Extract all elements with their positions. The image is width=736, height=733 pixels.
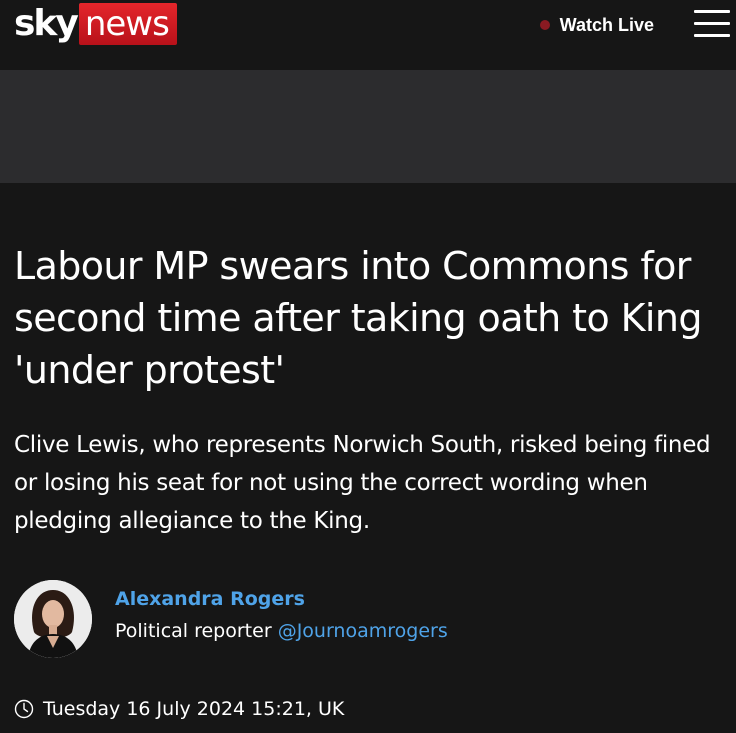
article: Labour MP swears into Commons for second… (0, 240, 736, 720)
article-date: Tuesday 16 July 2024 15:21, UK (43, 698, 345, 720)
logo-sky-text: sky (14, 3, 79, 44)
logo-news-text: news (78, 3, 177, 45)
live-dot-icon (539, 20, 550, 30)
watch-live-label: Watch Live (559, 14, 654, 35)
article-headline: Labour MP swears into Commons for second… (14, 244, 702, 392)
advert-placeholder (0, 70, 736, 183)
author-twitter-handle[interactable]: @Journoamrogers (278, 620, 448, 642)
sky-news-logo[interactable]: sky news (14, 2, 177, 46)
article-standfirst: Clive Lewis, who represents Norwich Sout… (14, 432, 711, 534)
author-byline: Alexandra Rogers Political reporter @Jou… (14, 580, 722, 658)
author-role-line: Political reporter @Journoamrogers (115, 620, 448, 642)
clock-icon (14, 699, 34, 719)
author-role: Political reporter (115, 620, 272, 642)
site-header: sky news Watch Live (0, 0, 736, 70)
author-portrait-icon (14, 580, 92, 658)
watch-live-link[interactable]: Watch Live (539, 12, 654, 38)
author-name-link[interactable]: Alexandra Rogers (115, 588, 305, 610)
article-dateline: Tuesday 16 July 2024 15:21, UK (14, 698, 722, 720)
author-avatar[interactable] (14, 580, 92, 658)
hamburger-menu-icon[interactable] (694, 8, 730, 40)
